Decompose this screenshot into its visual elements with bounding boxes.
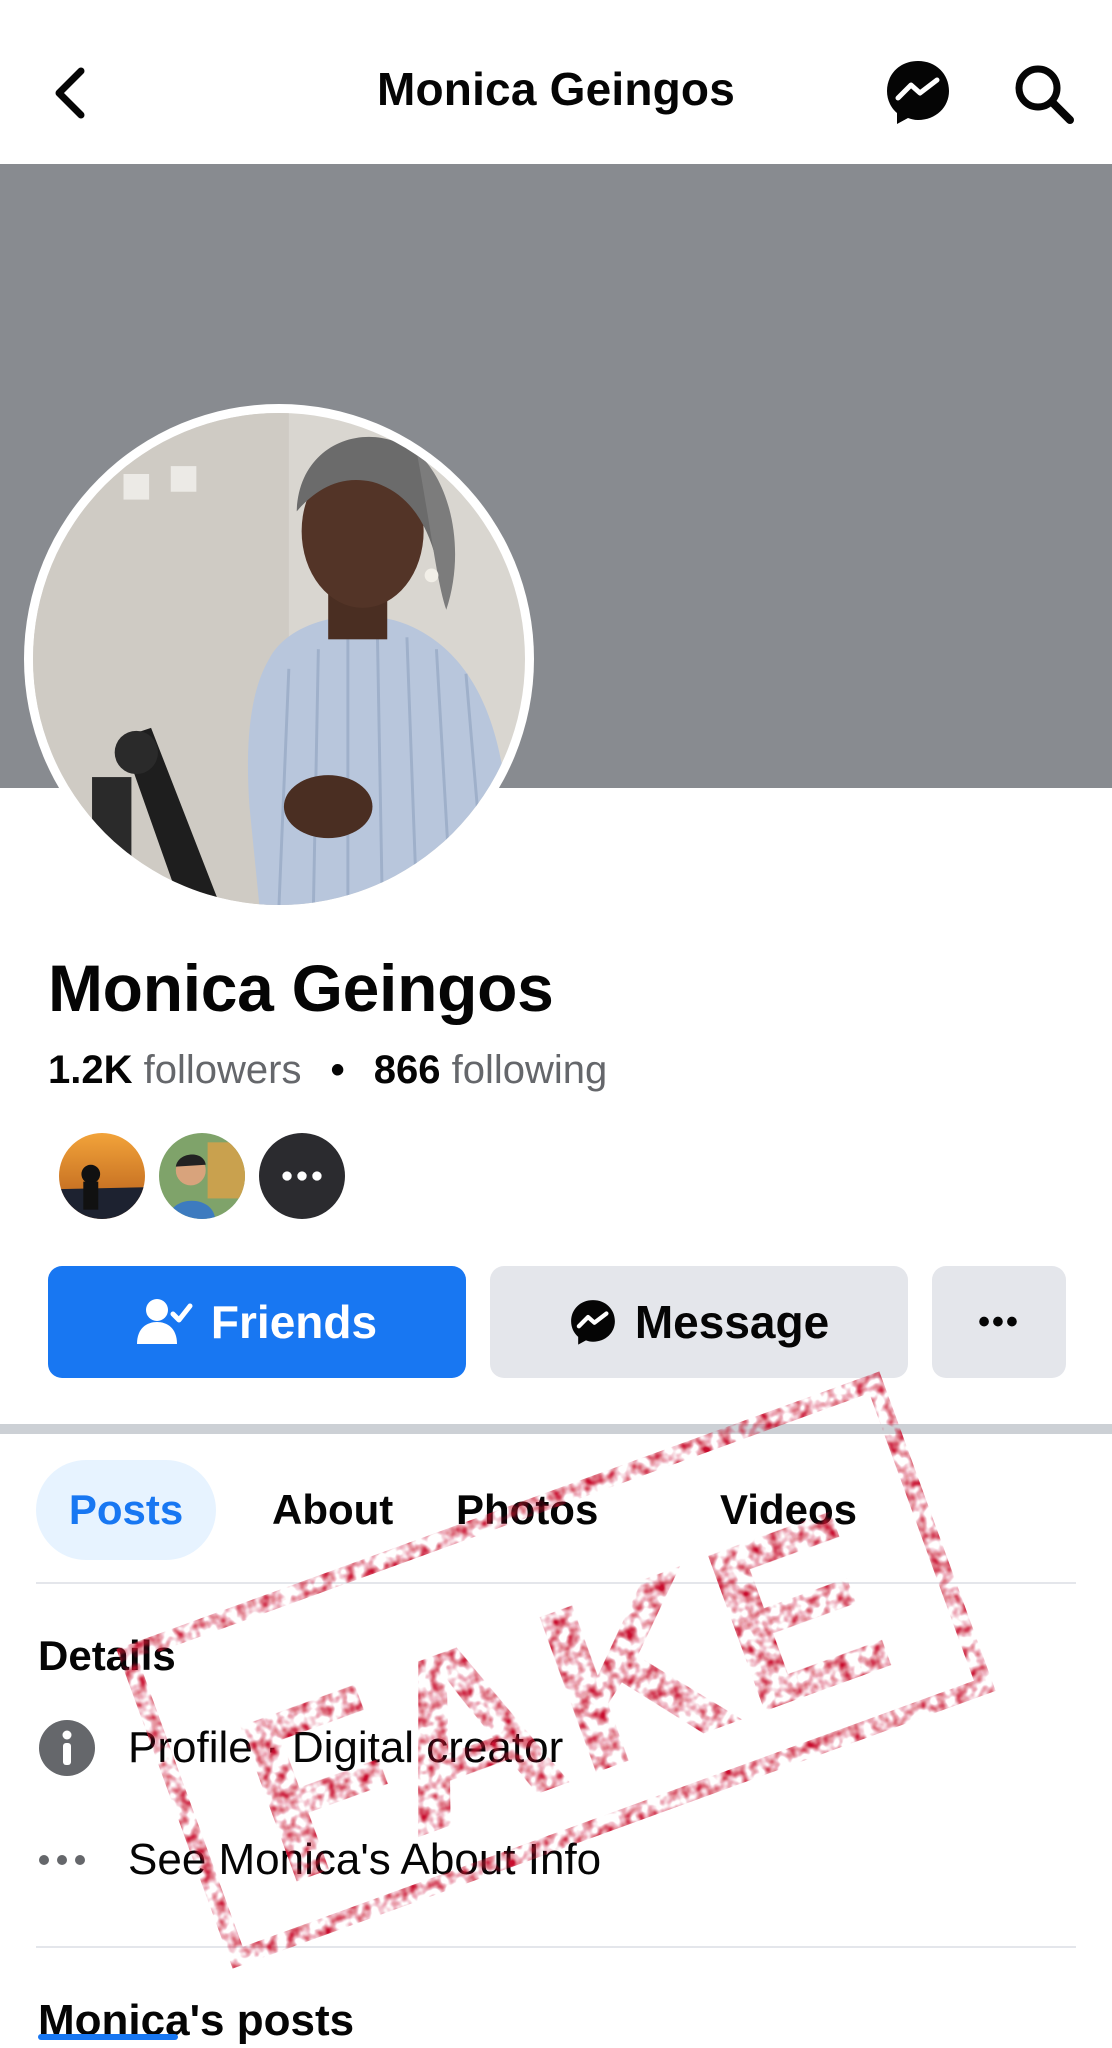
friend-avatar[interactable] — [156, 1130, 248, 1222]
tab-videos[interactable]: Videos — [720, 1460, 857, 1560]
message-button-label: Message — [634, 1296, 830, 1348]
profile-category: Profile · Digital creator — [128, 1723, 564, 1772]
more-icon: ••• — [978, 1302, 1020, 1341]
more-options-button[interactable]: ••• — [932, 1266, 1066, 1378]
message-button[interactable]: Message — [490, 1266, 908, 1378]
tab-photos[interactable]: Photos — [456, 1460, 598, 1560]
stats-separator: • — [330, 1048, 345, 1092]
messenger-icon — [569, 1298, 617, 1346]
followers-count[interactable]: 1.2K — [48, 1048, 133, 1092]
friends-button-label: Friends — [210, 1296, 378, 1348]
section-divider — [0, 1424, 1112, 1434]
info-icon — [38, 1719, 128, 1777]
see-about-info-row[interactable]: See Monica's About Info — [38, 1820, 601, 1900]
friend-avatar[interactable] — [56, 1130, 148, 1222]
profile-picture[interactable] — [24, 404, 534, 914]
tabs-divider — [36, 1582, 1076, 1584]
search-button[interactable] — [1010, 60, 1078, 128]
follow-stats: 1.2K followers • 866 following — [48, 1048, 607, 1093]
profile-photo-image — [33, 413, 525, 905]
following-label[interactable]: following — [452, 1048, 608, 1092]
see-about-info-link[interactable]: See Monica's About Info — [128, 1835, 601, 1885]
following-count[interactable]: 866 — [374, 1048, 441, 1092]
profile-name: Monica Geingos — [48, 951, 554, 1025]
friend-avatar-more[interactable] — [256, 1130, 348, 1222]
tab-about[interactable]: About — [272, 1460, 393, 1560]
messenger-icon — [887, 61, 949, 124]
details-heading: Details — [38, 1632, 176, 1679]
details-divider — [36, 1946, 1076, 1948]
top-navigation-bar: Monica Geingos — [0, 0, 1112, 164]
posts-scroll-indicator — [38, 2034, 178, 2040]
followers-label[interactable]: followers — [144, 1048, 302, 1092]
messenger-button[interactable] — [884, 58, 952, 126]
friends-button[interactable]: Friends — [48, 1266, 466, 1378]
search-icon — [1015, 65, 1074, 124]
ellipsis-icon — [38, 1850, 128, 1870]
profile-page: Monica Geingos Monica Geingos 1.2K follo… — [0, 0, 1112, 2048]
tab-posts[interactable]: Posts — [36, 1460, 216, 1560]
friend-check-icon — [136, 1298, 193, 1346]
detail-profile-row: Profile · Digital creator — [38, 1708, 563, 1788]
